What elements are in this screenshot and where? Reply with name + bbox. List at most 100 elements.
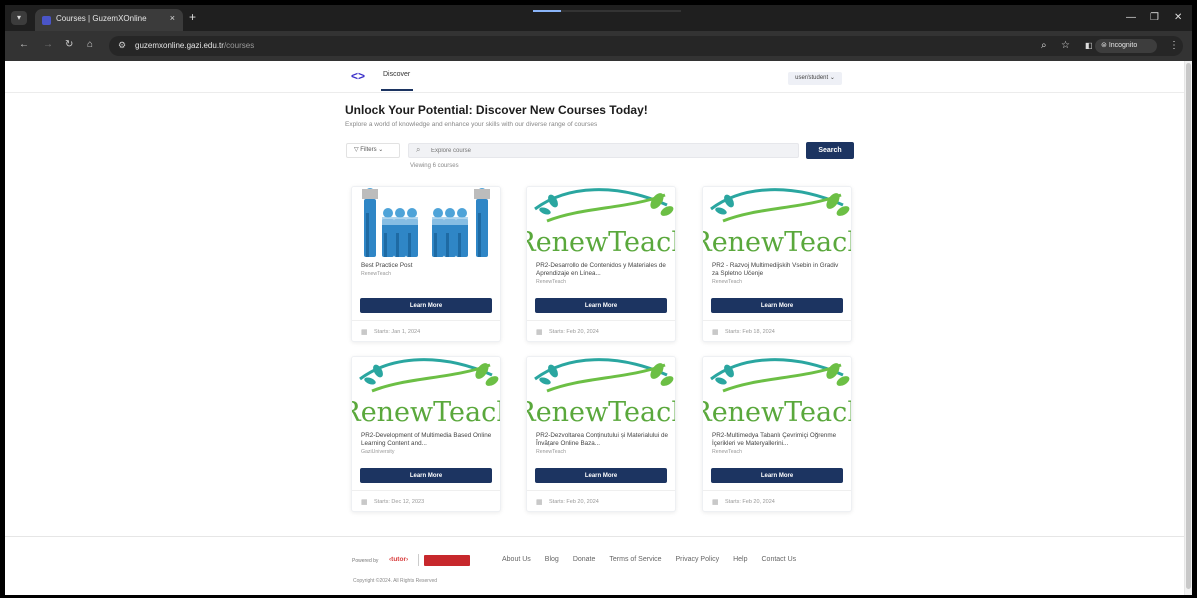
course-thumbnail[interactable]: RenewTeach	[703, 187, 852, 257]
renew-logo-text: RenewTeach	[527, 227, 676, 257]
course-title[interactable]: Best Practice Post	[361, 262, 495, 270]
search-input[interactable]	[408, 143, 799, 158]
home-icon[interactable]: ⌂	[87, 39, 93, 50]
footer-link[interactable]: Contact Us	[762, 556, 797, 563]
forward-icon[interactable]: →	[43, 39, 53, 50]
renew-logo-text: RenewTeach	[703, 397, 852, 427]
minimize-icon[interactable]: —	[1126, 12, 1136, 23]
page-content: <> Discover user/student ⌄ Unlock Your P…	[5, 61, 1192, 595]
card-divider	[527, 320, 675, 321]
course-author: RenewTeach	[536, 449, 566, 455]
course-author: GaziUniversity	[361, 449, 395, 455]
footer-link[interactable]: About Us	[502, 556, 531, 563]
course-card[interactable]: RenewTeachPR2-Dezvoltarea Conținutului ș…	[526, 356, 676, 512]
course-card[interactable]: RenewTeachPR2-Multimedya Tabanlı Çevrimi…	[702, 356, 852, 512]
course-title[interactable]: PR2-Desarrollo de Contenidos y Materiale…	[536, 262, 670, 278]
nav-discover-link[interactable]: Discover	[383, 71, 410, 78]
course-card[interactable]: Best Practice Post RenewTeach Learn More ▦ S…	[351, 186, 501, 342]
search-button[interactable]: Search	[806, 142, 854, 159]
active-tab-indicator	[381, 89, 413, 91]
calendar-icon: ▦	[361, 499, 368, 506]
course-start-date: Starts: Feb 20, 2024	[549, 329, 599, 335]
page-subtitle: Explore a world of knowledge and enhance…	[345, 121, 598, 128]
course-start-date: Starts: Feb 20, 2024	[549, 499, 599, 505]
partner-logo	[424, 555, 470, 566]
more-menu-icon[interactable]: ⋮	[1169, 40, 1179, 51]
course-start-date: Starts: Feb 20, 2024	[725, 499, 775, 505]
calendar-icon: ▦	[361, 329, 368, 336]
tab-title: Courses | GuzemXOnline	[56, 14, 147, 23]
calendar-icon: ▦	[712, 329, 719, 336]
new-tab-button[interactable]: +	[189, 10, 196, 24]
course-thumbnail[interactable]: RenewTeach	[527, 187, 676, 257]
side-panel-icon[interactable]: ◧	[1085, 41, 1093, 50]
renew-logo-text: RenewTeach	[352, 397, 501, 427]
logo-divider	[418, 554, 419, 566]
footer-link[interactable]: Blog	[545, 556, 559, 563]
course-thumbnail[interactable]: RenewTeach	[703, 357, 852, 427]
user-menu-dropdown[interactable]: user/student ⌄	[788, 72, 842, 85]
reload-icon[interactable]: ↻	[65, 39, 73, 50]
renew-logo-text: RenewTeach	[703, 227, 852, 257]
url-text: guzemxonline.gazi.edu.tr/courses	[135, 41, 255, 50]
course-title[interactable]: PR2-Development of Multimedia Based Onli…	[361, 432, 495, 448]
browser-tab[interactable]: Courses | GuzemXOnline ×	[35, 9, 183, 31]
course-author: RenewTeach	[712, 449, 742, 455]
filters-button[interactable]: ▽ Filters ⌄	[346, 143, 400, 158]
footer-link[interactable]: Privacy Policy	[676, 556, 720, 563]
renew-logo-text: RenewTeach	[527, 397, 676, 427]
page-title: Unlock Your Potential: Discover New Cour…	[345, 103, 648, 117]
learn-more-button[interactable]: Learn More	[711, 468, 843, 483]
page-scrollbar[interactable]	[1184, 61, 1192, 595]
calendar-icon: ▦	[536, 499, 543, 506]
learn-more-button[interactable]: Learn More	[360, 468, 492, 483]
course-title[interactable]: PR2-Multimedya Tabanlı Çevrimiçi Öğrenme…	[712, 432, 846, 448]
tab-search-icon[interactable]: ▾	[11, 11, 27, 25]
address-bar: ← → ↻ ⌂ ⚙ guzemxonline.gazi.edu.tr/cours…	[5, 31, 1192, 61]
learn-more-button[interactable]: Learn More	[535, 298, 667, 313]
card-divider	[527, 490, 675, 491]
course-title[interactable]: PR2-Dezvoltarea Conținutului și Material…	[536, 432, 670, 448]
footer-link[interactable]: Help	[733, 556, 747, 563]
card-divider	[352, 490, 500, 491]
learn-more-button[interactable]: Learn More	[535, 468, 667, 483]
chevron-down-icon: ⌄	[376, 147, 384, 153]
footer-link[interactable]: Donate	[573, 556, 596, 563]
course-card[interactable]: RenewTeach PR2-Development of Multimedia …	[351, 356, 501, 512]
site-footer: Powered by ‹tutor› About Us Blog Donate Ter…	[5, 536, 1192, 595]
site-settings-icon[interactable]: ⚙	[118, 40, 126, 51]
card-divider	[703, 320, 851, 321]
loading-indicator	[533, 10, 681, 12]
url-field[interactable]: ⚙ guzemxonline.gazi.edu.tr/courses ⌕ ☆ ◧…	[109, 36, 1183, 56]
course-thumbnail[interactable]: RenewTeach	[352, 357, 501, 427]
site-logo-icon[interactable]: <>	[351, 70, 365, 82]
back-icon[interactable]: ←	[19, 39, 29, 50]
close-tab-icon[interactable]: ×	[170, 13, 175, 23]
footer-links: About Us Blog Donate Terms of Service Privac…	[502, 556, 796, 563]
calendar-icon: ▦	[536, 329, 543, 336]
course-start-date: Starts: Feb 18, 2024	[725, 329, 775, 335]
powered-by-label: Powered by	[352, 558, 379, 564]
course-card[interactable]: RenewTeach PR2 - Razvoj Multimedijskih Vs…	[702, 186, 852, 342]
bookmark-star-icon[interactable]: ☆	[1061, 40, 1070, 51]
course-title[interactable]: PR2 - Razvoj Multimedijskih Vsebin in Gr…	[712, 262, 846, 278]
tutor-logo[interactable]: ‹tutor›	[389, 556, 408, 563]
incognito-badge[interactable]: ⊜ Incognito	[1095, 39, 1157, 53]
zoom-icon[interactable]: ⌕	[1041, 40, 1047, 51]
course-thumbnail[interactable]	[352, 187, 500, 257]
restore-icon[interactable]: ❐	[1150, 12, 1159, 23]
calendar-icon: ▦	[712, 499, 719, 506]
results-count: Viewing 6 courses	[410, 163, 459, 169]
course-start-date: Starts: Jan 1, 2024	[374, 329, 421, 335]
footer-link[interactable]: Terms of Service	[609, 556, 661, 563]
course-start-date: Starts: Dec 12, 2023	[374, 499, 425, 505]
learn-more-button[interactable]: Learn More	[711, 298, 843, 313]
close-window-icon[interactable]: ✕	[1174, 12, 1182, 23]
incognito-icon: ⊜	[1101, 42, 1109, 49]
favicon-icon	[42, 16, 51, 25]
course-card[interactable]: RenewTeach PR2-Desarrollo de Contenidos y…	[526, 186, 676, 342]
card-divider	[703, 490, 851, 491]
site-header: <> Discover user/student ⌄	[5, 61, 1192, 93]
course-thumbnail[interactable]: RenewTeach	[527, 357, 676, 427]
learn-more-button[interactable]: Learn More	[360, 298, 492, 313]
